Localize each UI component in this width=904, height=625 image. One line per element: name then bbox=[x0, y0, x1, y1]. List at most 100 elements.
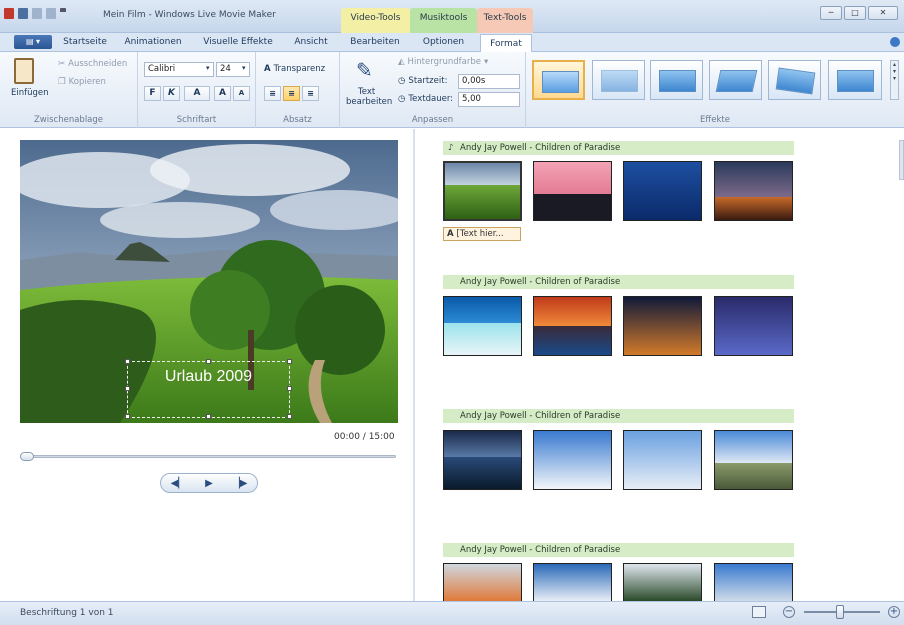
clip-thumbnail[interactable] bbox=[714, 296, 793, 356]
clip-thumbnail[interactable] bbox=[443, 296, 522, 356]
title-bar: Mein Film - Windows Live Movie Maker Vid… bbox=[0, 0, 904, 33]
resize-handle[interactable] bbox=[287, 386, 292, 391]
next-frame-icon[interactable]: ▕▶ bbox=[232, 478, 247, 489]
redo-icon[interactable] bbox=[46, 8, 56, 19]
tab-startseite[interactable]: Startseite bbox=[60, 33, 110, 52]
ribbon: Einfügen ✂ Ausschneiden ❐ Kopieren Zwische… bbox=[0, 52, 904, 128]
effect-fly-in-left[interactable] bbox=[650, 60, 703, 100]
zoom-out-icon[interactable]: − bbox=[783, 606, 795, 618]
tab-ansicht[interactable]: Ansicht bbox=[289, 33, 333, 52]
effect-fly-in-right[interactable] bbox=[709, 60, 762, 100]
clip-thumbnail[interactable] bbox=[443, 161, 522, 221]
effect-none[interactable] bbox=[532, 60, 585, 100]
clipboard-group: Einfügen ✂ Ausschneiden ❐ Kopieren Zwische… bbox=[0, 52, 138, 128]
chevron-down-icon: ▾ bbox=[206, 64, 210, 72]
grow-font-button[interactable]: A bbox=[214, 86, 231, 101]
effect-swing[interactable] bbox=[768, 60, 821, 100]
music-track[interactable]: ♪ Andy Jay Powell - Children of Paradise bbox=[443, 141, 794, 155]
resize-handle[interactable] bbox=[287, 414, 292, 419]
background-color-button[interactable]: ◭ Hintergrundfarbe ▾ bbox=[398, 57, 488, 67]
clock-icon: ◷ bbox=[398, 94, 406, 104]
resize-handle[interactable] bbox=[206, 414, 211, 419]
transparency-button[interactable]: A Transparenz bbox=[264, 64, 325, 74]
clock-icon: ◷ bbox=[398, 76, 406, 86]
help-icon[interactable] bbox=[890, 37, 900, 47]
clip-thumbnail[interactable] bbox=[533, 430, 612, 490]
font-color-button[interactable]: A bbox=[184, 86, 210, 101]
resize-handle[interactable] bbox=[125, 414, 130, 419]
effect-fade[interactable] bbox=[592, 60, 645, 100]
tab-bearbeiten[interactable]: Bearbeiten bbox=[345, 33, 405, 52]
edit-text-button-line1[interactable]: Text bbox=[358, 87, 375, 97]
tab-optionen[interactable]: Optionen bbox=[416, 33, 471, 52]
seek-bar[interactable] bbox=[20, 455, 396, 458]
tab-format[interactable]: Format bbox=[480, 34, 532, 53]
clip-thumbnail[interactable] bbox=[533, 563, 612, 601]
context-tab-video-tools: Video-Tools bbox=[341, 8, 410, 33]
align-center-button[interactable]: ≡ bbox=[283, 86, 300, 101]
start-time-label: ◷ Startzeit: bbox=[398, 76, 448, 86]
clip-thumbnail[interactable] bbox=[443, 563, 522, 601]
text-overlay-chip[interactable]: A [Text hier... bbox=[443, 227, 521, 241]
window-controls: ─ □ ✕ bbox=[820, 6, 898, 20]
customize-arrow-icon[interactable] bbox=[60, 8, 66, 19]
font-group: Calibri ▾ 24 ▾ F K A A A Schriftart bbox=[138, 52, 256, 128]
tab-animationen[interactable]: Animationen bbox=[122, 33, 184, 52]
align-right-button[interactable]: ≡ bbox=[302, 86, 319, 101]
maximize-button[interactable]: □ bbox=[844, 6, 866, 20]
music-note-icon: ♪ bbox=[448, 143, 454, 153]
copy-button[interactable]: ❐ Kopieren bbox=[58, 77, 106, 87]
music-track[interactable]: Andy Jay Powell - Children of Paradise bbox=[443, 275, 794, 289]
start-time-field[interactable]: 0,00s bbox=[458, 74, 520, 89]
effects-gallery-scroll[interactable]: ▴ ▾ ▾ bbox=[890, 60, 899, 100]
undo-icon[interactable] bbox=[32, 8, 42, 19]
resize-handle[interactable] bbox=[125, 386, 130, 391]
zoom-in-icon[interactable]: + bbox=[888, 606, 900, 618]
clip-thumbnail[interactable] bbox=[623, 563, 702, 601]
play-icon[interactable]: ▶ bbox=[205, 478, 213, 489]
caption-text[interactable]: Urlaub 2009 bbox=[127, 368, 290, 386]
zoom-slider-thumb[interactable] bbox=[836, 605, 845, 619]
text-icon: A bbox=[447, 229, 457, 239]
transparency-icon: A bbox=[264, 64, 271, 74]
status-bar bbox=[0, 601, 904, 625]
music-track[interactable]: Andy Jay Powell - Children of Paradise bbox=[443, 543, 794, 557]
edit-text-button-line2[interactable]: bearbeiten bbox=[346, 97, 392, 107]
clip-thumbnail[interactable] bbox=[714, 563, 793, 601]
paste-button[interactable]: Einfügen bbox=[11, 88, 49, 98]
tab-visuelle-effekte[interactable]: Visuelle Effekte bbox=[198, 33, 278, 52]
text-duration-field[interactable]: 5,00 bbox=[458, 92, 520, 107]
bold-button[interactable]: F bbox=[144, 86, 161, 101]
app-icon bbox=[4, 8, 14, 19]
seek-thumb[interactable] bbox=[20, 452, 34, 461]
resize-handle[interactable] bbox=[206, 359, 211, 364]
resize-handle[interactable] bbox=[287, 359, 292, 364]
minimize-button[interactable]: ─ bbox=[820, 6, 842, 20]
file-menu-button[interactable]: ▤ ▾ bbox=[14, 35, 52, 49]
adjust-group-label: Anpassen bbox=[411, 115, 454, 125]
align-left-button[interactable]: ≡ bbox=[264, 86, 281, 101]
clip-thumbnail[interactable] bbox=[623, 161, 702, 221]
clip-thumbnail[interactable] bbox=[623, 296, 702, 356]
clip-thumbnail[interactable] bbox=[714, 430, 793, 490]
playback-controls: ◀▏ ▶ ▕▶ bbox=[160, 473, 258, 493]
effects-group: ▴ ▾ ▾ Effekte bbox=[526, 52, 904, 128]
cut-button[interactable]: ✂ Ausschneiden bbox=[58, 59, 127, 69]
effect-scroll[interactable] bbox=[828, 60, 882, 100]
italic-button[interactable]: K bbox=[163, 86, 180, 101]
save-icon[interactable] bbox=[18, 8, 28, 19]
clip-thumbnail[interactable] bbox=[533, 161, 612, 221]
thumbnail-size-icon[interactable] bbox=[752, 606, 766, 618]
vertical-scrollbar[interactable] bbox=[899, 140, 904, 180]
clip-thumbnail[interactable] bbox=[714, 161, 793, 221]
font-family-select[interactable]: Calibri bbox=[144, 62, 214, 77]
shrink-font-button[interactable]: A bbox=[233, 86, 250, 101]
context-tab-text-tools: Text-Tools bbox=[477, 8, 533, 33]
clip-thumbnail[interactable] bbox=[623, 430, 702, 490]
clip-thumbnail[interactable] bbox=[443, 430, 522, 490]
resize-handle[interactable] bbox=[125, 359, 130, 364]
close-button[interactable]: ✕ bbox=[868, 6, 898, 20]
music-track[interactable]: Andy Jay Powell - Children of Paradise bbox=[443, 409, 794, 423]
clip-thumbnail[interactable] bbox=[533, 296, 612, 356]
previous-frame-icon[interactable]: ◀▏ bbox=[171, 478, 186, 489]
